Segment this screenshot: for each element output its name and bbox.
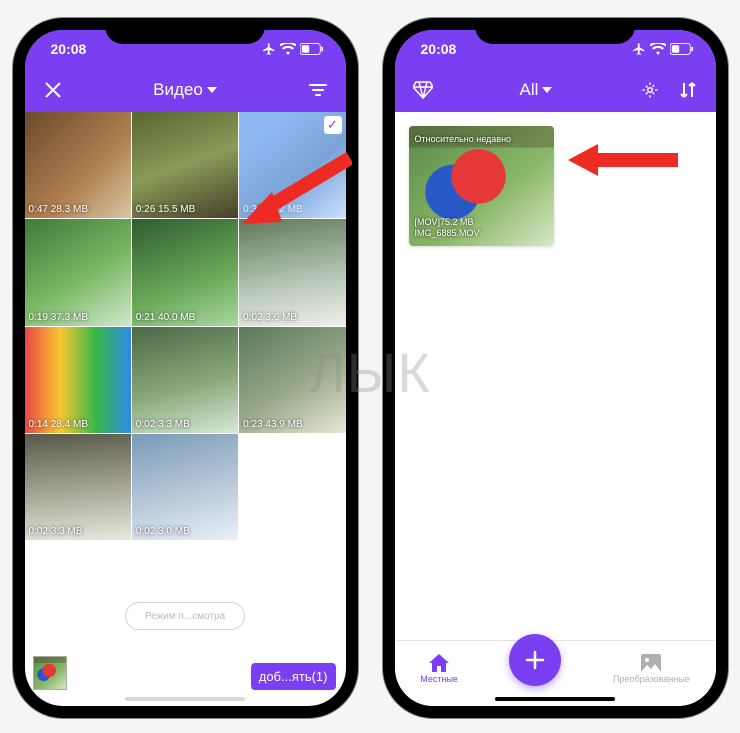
video-meta: 0:19 37.3 MB [29,312,88,323]
video-meta: 0:02 3.0 MB [136,526,190,537]
phone-right: 20:08 All [383,18,728,718]
card-size: [MOV]75.2 MB [415,217,480,229]
video-cell[interactable]: 0:02 3.3 MB [25,434,131,540]
video-cell[interactable]: 0:19 37.3 MB [25,219,131,325]
settings-button[interactable] [636,76,664,104]
wifi-icon [650,43,666,55]
gear-icon [641,81,659,99]
airplane-icon [632,42,646,56]
filter-button[interactable] [304,76,332,104]
add-button[interactable]: доб...ять(1) [251,663,336,690]
video-meta: 0:02 3.3 MB [136,419,190,430]
home-indicator [495,697,615,701]
view-mode-hint: Режим п...смотра [125,602,245,630]
video-cell[interactable]: 0:23 43.9 MB [239,327,345,433]
battery-icon [300,43,324,55]
nav-title-text: All [520,80,539,100]
notch [475,18,635,44]
tab-converted[interactable]: Преобразованные [613,654,690,684]
status-icons [632,42,694,56]
video-cell[interactable]: 0:21 40.0 MB [132,219,238,325]
nav-bar: All [395,68,716,112]
sort-icon [680,81,696,99]
airplane-icon [262,42,276,56]
video-cell[interactable]: 0:02 3.6 MB [239,219,345,325]
video-cell[interactable]: 0:14 28.4 MB [25,327,131,433]
card-thumbnail: Относительно недавно [MOV]75.2 MB IMG_68… [409,126,554,246]
check-icon: ✓ [324,116,342,134]
diamond-icon [413,81,433,99]
clock: 20:08 [51,41,87,57]
status-icons [262,42,324,56]
video-meta: 0:02 3.6 MB [243,312,297,323]
nav-title-dropdown[interactable]: All [437,80,636,100]
close-icon [44,81,62,99]
close-button[interactable] [39,76,67,104]
wifi-icon [280,43,296,55]
tab-local[interactable]: Местные [420,654,458,684]
chevron-down-icon [542,87,552,93]
selection-thumbnail[interactable] [33,656,67,690]
video-meta: 0:02 3.3 MB [29,526,83,537]
premium-button[interactable] [409,76,437,104]
nav-title-text: Видео [153,80,203,100]
video-cell[interactable]: 0:02 3.3 MB [132,327,238,433]
battery-icon [670,43,694,55]
plus-icon [524,649,546,671]
video-card[interactable]: Относительно недавно [MOV]75.2 MB IMG_68… [409,126,554,246]
home-indicator [125,697,245,701]
card-filename: IMG_6885.MOV [415,228,480,240]
tab-label: Преобразованные [613,674,690,684]
filter-icon [309,83,327,97]
video-meta: 0:47 28.3 MB [29,204,88,215]
annotation-arrow [222,150,352,230]
fab-add[interactable] [509,634,561,686]
card-tag: Относительно недавно [415,134,512,144]
clock: 20:08 [421,41,457,57]
video-cell[interactable]: 0:02 3.0 MB [132,434,238,540]
screen-left: 20:08 Видео 0:47 28.3 MB [25,30,346,706]
nav-title-dropdown[interactable]: Видео [67,80,304,100]
tab-label: Местные [420,674,458,684]
sort-button[interactable] [674,76,702,104]
video-meta: 0:23 43.9 MB [243,419,302,430]
video-cell[interactable]: 0:47 28.3 MB [25,112,131,218]
video-meta: 0:21 40.0 MB [136,312,195,323]
phone-left: 20:08 Видео 0:47 28.3 MB [13,18,358,718]
home-icon [429,654,449,672]
video-meta: 0:26 15.5 MB [136,204,195,215]
screen-right: 20:08 All [395,30,716,706]
notch [105,18,265,44]
chevron-down-icon [207,87,217,93]
annotation-arrow [560,140,680,180]
card-meta: [MOV]75.2 MB IMG_6885.MOV [415,217,480,240]
image-icon [641,654,661,672]
nav-bar: Видео [25,68,346,112]
video-meta: 0:14 28.4 MB [29,419,88,430]
